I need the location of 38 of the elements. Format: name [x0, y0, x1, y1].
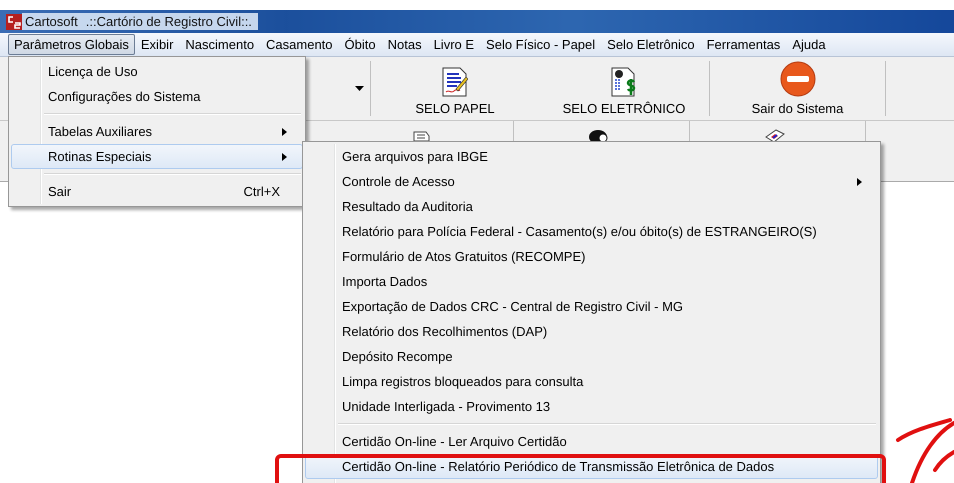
app-logo-icon — [6, 14, 22, 30]
menu-item[interactable]: Unidade Interligada - Provimento 13 — [305, 394, 878, 419]
toolbar-button[interactable]: SELO ELETRÔNICO — [539, 57, 709, 120]
toolbar-button[interactable]: Sair do Sistema — [710, 57, 885, 120]
menu-item[interactable]: Sair Ctrl+X — [11, 179, 303, 204]
menu-item[interactable]: Notas — [382, 34, 428, 55]
menu-item[interactable]: Importa Dados — [305, 269, 878, 294]
menu-item[interactable]: Ferramentas — [700, 34, 786, 55]
toolbar-button[interactable]: SELO PAPEL — [371, 57, 539, 120]
menu-item[interactable]: Casamento — [260, 34, 339, 55]
shortcut-label: Ctrl+X — [244, 184, 280, 199]
menu-item[interactable]: Exibir — [134, 34, 180, 55]
menu-item[interactable]: Ajuda — [786, 34, 832, 55]
menu-item[interactable]: Resultado da Auditoria — [305, 194, 878, 219]
menu-item[interactable]: Limpa registros bloqueados para consulta — [305, 369, 878, 394]
menu-item[interactable]: Gera arquivos para IBGE — [305, 144, 878, 169]
window-title: .::Cartório de Registro Civil::. — [86, 14, 252, 29]
menu-item[interactable]: Parâmetros Globais — [8, 34, 135, 55]
menu-item[interactable]: Rotinas Especiais — [11, 144, 303, 169]
menu-item[interactable]: Controle de Acesso — [305, 169, 878, 194]
document-money-icon — [611, 67, 637, 97]
menu-item[interactable]: Óbito — [338, 34, 382, 55]
menu-item[interactable]: Formulário de Atos Gratuitos (RECOMPE) — [305, 244, 878, 269]
menu-item[interactable]: Licença de Uso — [11, 59, 303, 84]
menu-item[interactable]: Configurações do Sistema — [11, 84, 303, 109]
menu-item[interactable]: Depósito Recompe — [305, 344, 878, 369]
menu-item[interactable]: Selo Físico - Papel — [480, 34, 602, 55]
menu-item[interactable]: Tabelas Auxiliares — [11, 119, 303, 144]
menu-item[interactable]: Certidão On-line - Ler Arquivo Certidão — [305, 429, 878, 454]
menu-item[interactable]: Relatório dos Recolhimentos (DAP) — [305, 319, 878, 344]
menu-item[interactable]: Livro E — [428, 34, 480, 55]
document-pen-icon — [442, 67, 468, 97]
menu-item[interactable]: Selo Eletrônico — [601, 34, 701, 55]
app-name: Cartosoft — [25, 14, 78, 29]
menu-item[interactable]: Nascimento — [179, 34, 260, 55]
menu-item[interactable]: Exportação de Dados CRC - Central de Registro Civil - MG — [305, 294, 878, 319]
stop-icon — [780, 61, 816, 97]
menu-item[interactable]: Relatório para Polícia Federal - Casamento(s) e/ou óbito(s) de ESTRANGEIRO(S) — [305, 219, 878, 244]
